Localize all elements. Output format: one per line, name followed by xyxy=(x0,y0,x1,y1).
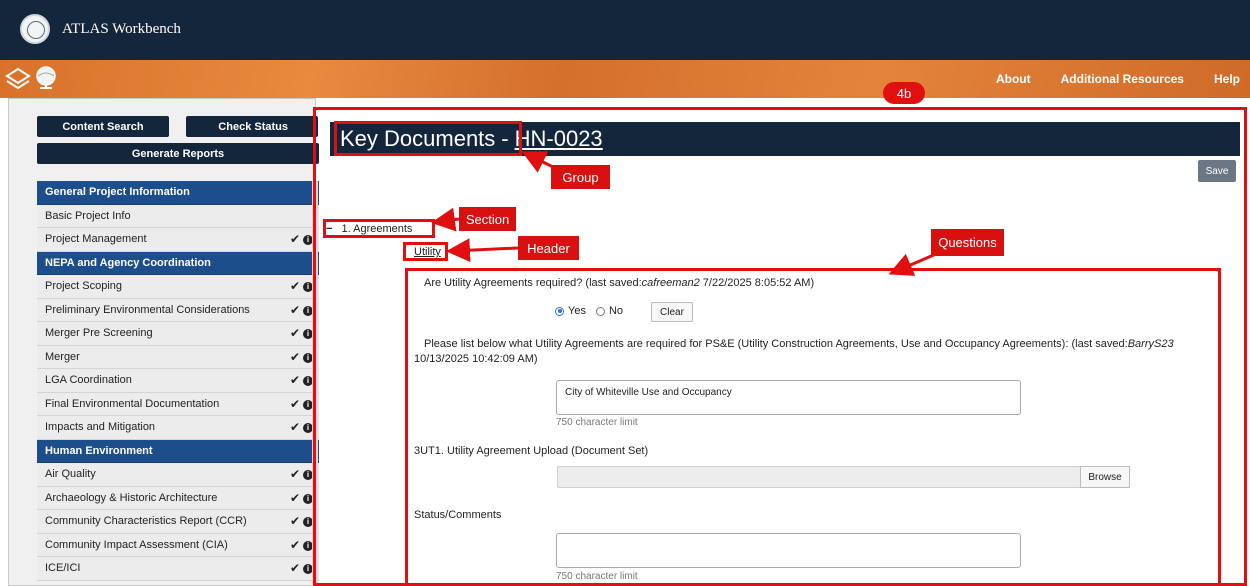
annotation-arrows xyxy=(431,151,937,276)
arrow-header xyxy=(446,238,519,263)
arrow-section xyxy=(431,207,460,232)
arrow-group xyxy=(521,151,554,173)
arrow-questions xyxy=(888,252,937,276)
